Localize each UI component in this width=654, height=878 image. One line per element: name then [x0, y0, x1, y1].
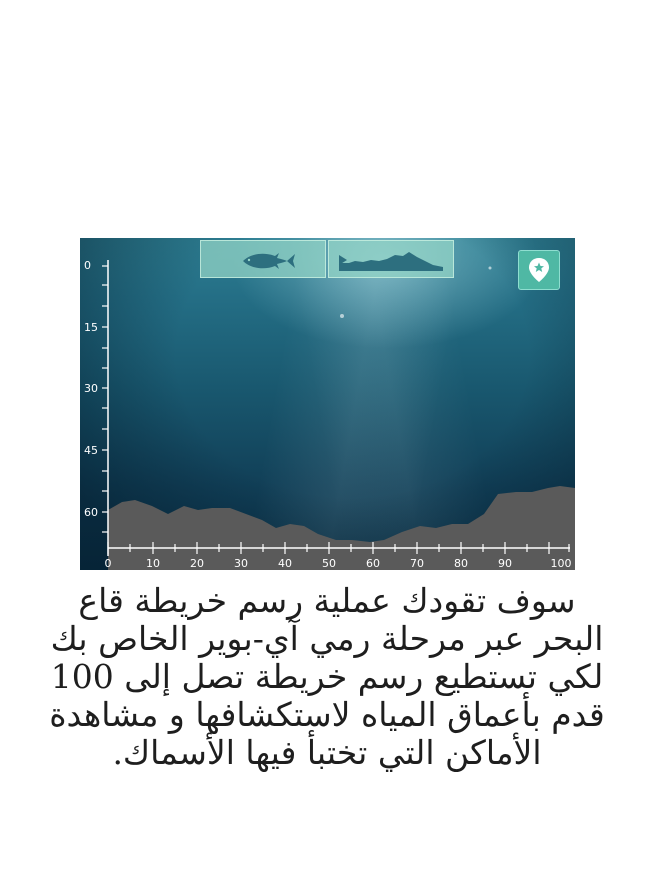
depth-label: 0 [84, 259, 91, 272]
distance-label: 30 [234, 557, 248, 570]
distance-label: 40 [278, 557, 292, 570]
depth-label: 30 [84, 382, 98, 395]
distance-label: 100 [551, 557, 572, 570]
distance-label: 0 [105, 557, 112, 570]
seabed-profile-icon [339, 252, 443, 271]
sonar-screen: 0 15 30 45 60 0 10 20 30 40 50 60 70 80 … [80, 238, 575, 570]
distance-label: 70 [410, 557, 424, 570]
fish-icon [243, 253, 295, 269]
distance-label: 90 [498, 557, 512, 570]
tab-fish-view[interactable] [200, 240, 326, 278]
depth-label: 15 [84, 321, 98, 334]
map-pin-star-icon [529, 258, 549, 282]
distance-label: 50 [322, 557, 336, 570]
distance-label: 20 [190, 557, 204, 570]
depth-label: 60 [84, 506, 98, 519]
sonar-chart: 0 15 30 45 60 0 10 20 30 40 50 60 70 80 … [84, 259, 575, 570]
description-text: سوف تقودك عملية رسم خريطة قاع البحر عبر … [49, 581, 605, 772]
distance-label: 10 [146, 557, 160, 570]
tab-seabed-view[interactable] [328, 240, 454, 278]
map-pin-button[interactable] [518, 250, 560, 290]
depth-label: 45 [84, 444, 98, 457]
distance-label: 60 [366, 557, 380, 570]
distance-label: 80 [454, 557, 468, 570]
